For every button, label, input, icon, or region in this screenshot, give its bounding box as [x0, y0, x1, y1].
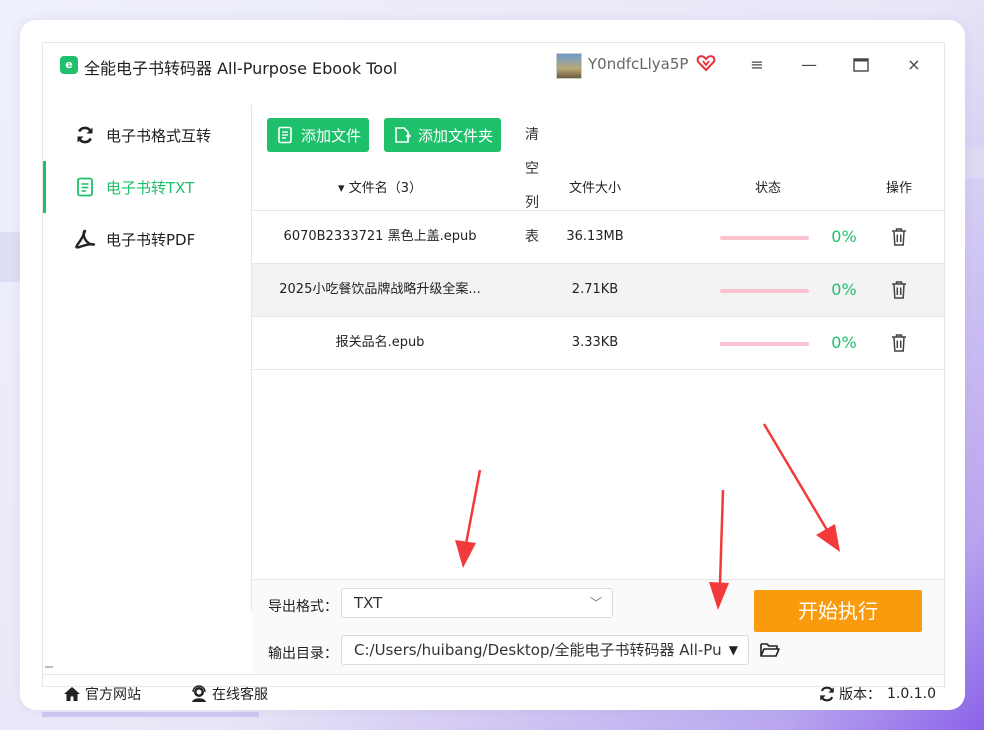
folder-open-icon[interactable]: [759, 640, 781, 660]
progress-percent: 0%: [831, 227, 857, 246]
refresh-icon[interactable]: [818, 685, 836, 703]
file-name: 6070B2333721 黑色上盖.epub: [283, 229, 477, 244]
sidebar-item-label: 电子书格式互转: [106, 126, 212, 145]
add-folder-icon: [395, 127, 411, 143]
table-row[interactable]: 报关品名.epub 3.33KB 0%: [252, 317, 944, 370]
caret-down-icon: ▼: [728, 643, 738, 657]
chevron-down-icon: ﹀: [589, 596, 602, 610]
official-website-link[interactable]: 官方网站: [63, 675, 141, 713]
output-dir-label: 输出目录：: [268, 646, 338, 662]
output-dir-value: C:/Users/huibang/Desktop/全能电子书转码器 All-Pu: [354, 641, 722, 659]
add-file-icon: [278, 126, 292, 144]
vip-heart-icon[interactable]: [696, 53, 716, 73]
sidebar-item-label: 电子书转TXT: [106, 178, 195, 197]
app-logo-icon: e: [60, 56, 78, 74]
sidebar-item-label: 电子书转PDF: [106, 230, 196, 249]
official-website-label: 官方网站: [85, 687, 141, 703]
app-title: 全能电子书转码器 All-Purpose Ebook Tool: [84, 59, 398, 78]
home-icon: [64, 687, 80, 701]
column-header-action: 操作: [885, 181, 912, 196]
start-button[interactable]: 开始执行: [754, 590, 922, 632]
add-file-label: 添加文件: [301, 126, 362, 145]
menu-icon[interactable]: ≡: [743, 53, 771, 77]
export-format-select[interactable]: TXT ﹀: [341, 588, 613, 618]
footer: 官方网站 在线客服 版本： 1.0.1.0: [43, 674, 944, 715]
column-header-name[interactable]: ▾ 文件名（3）: [252, 168, 508, 210]
app-frame: e 全能电子书转码器 All-Purpose Ebook Tool Y0ndfc…: [42, 42, 945, 703]
clear-list-button[interactable]: 清空列表: [525, 118, 539, 245]
close-icon[interactable]: ×: [900, 53, 928, 77]
delete-icon[interactable]: [890, 333, 908, 353]
table-header: ▾ 文件名（3） 文件大小 状态 操作: [252, 168, 944, 211]
document-icon: [74, 176, 96, 198]
avatar[interactable]: [556, 53, 582, 79]
add-folder-label: 添加文件夹: [418, 126, 494, 145]
sidebar: 电子书格式互转 电子书转TXT 电子书转PDF: [43, 105, 252, 610]
file-name: 报关品名.epub: [335, 335, 425, 350]
add-folder-button[interactable]: 添加文件夹: [384, 118, 501, 152]
delete-icon[interactable]: [890, 227, 908, 247]
progress-bar: [720, 342, 809, 346]
export-format-value: TXT: [354, 594, 383, 612]
column-header-status: 状态: [754, 181, 781, 196]
column-header-size: 文件大小: [568, 181, 621, 196]
refresh-icon: [74, 124, 96, 146]
table-row[interactable]: 6070B2333721 黑色上盖.epub 36.13MB 0%: [252, 211, 944, 264]
delete-icon[interactable]: [890, 280, 908, 300]
file-size: 3.33KB: [571, 335, 619, 350]
sidebar-item-format-convert[interactable]: 电子书格式互转: [43, 109, 251, 161]
minimize-icon[interactable]: —: [795, 53, 823, 77]
version-info: 版本： 1.0.1.0: [818, 675, 936, 713]
file-size: 36.13MB: [566, 229, 624, 244]
sidebar-item-to-pdf[interactable]: 电子书转PDF: [43, 213, 251, 265]
progress-bar: [720, 289, 809, 293]
export-format-label: 导出格式：: [268, 599, 338, 615]
app-window: e 全能电子书转码器 All-Purpose Ebook Tool Y0ndfc…: [20, 20, 965, 710]
sidebar-scrollbar[interactable]: [45, 666, 53, 668]
maximize-icon[interactable]: [847, 53, 875, 77]
username[interactable]: Y0ndfcLlya5P: [588, 55, 688, 73]
sidebar-item-to-txt[interactable]: 电子书转TXT: [43, 161, 251, 213]
progress-percent: 0%: [831, 333, 857, 352]
export-panel: 导出格式： TXT ﹀ 输出目录： C:/Users/huibang/Deskt…: [252, 579, 944, 675]
version-value: 1.0.1.0: [887, 686, 936, 702]
online-support-label: 在线客服: [212, 687, 268, 703]
file-size: 2.71KB: [571, 282, 619, 297]
pdf-icon: [74, 228, 96, 250]
version-label: 版本：: [839, 687, 882, 703]
table-row[interactable]: 2025小吃餐饮品牌战略升级全案... 2.71KB 0%: [252, 264, 944, 317]
online-support-link[interactable]: 在线客服: [190, 675, 268, 713]
support-icon: [192, 685, 206, 702]
file-name: 2025小吃餐饮品牌战略升级全案...: [279, 282, 481, 297]
add-file-button[interactable]: 添加文件: [267, 118, 369, 152]
progress-bar: [720, 236, 809, 240]
output-dir-select[interactable]: C:/Users/huibang/Desktop/全能电子书转码器 All-Pu…: [341, 635, 749, 665]
title-bar: e 全能电子书转码器 All-Purpose Ebook Tool Y0ndfc…: [43, 43, 944, 105]
progress-percent: 0%: [831, 280, 857, 299]
